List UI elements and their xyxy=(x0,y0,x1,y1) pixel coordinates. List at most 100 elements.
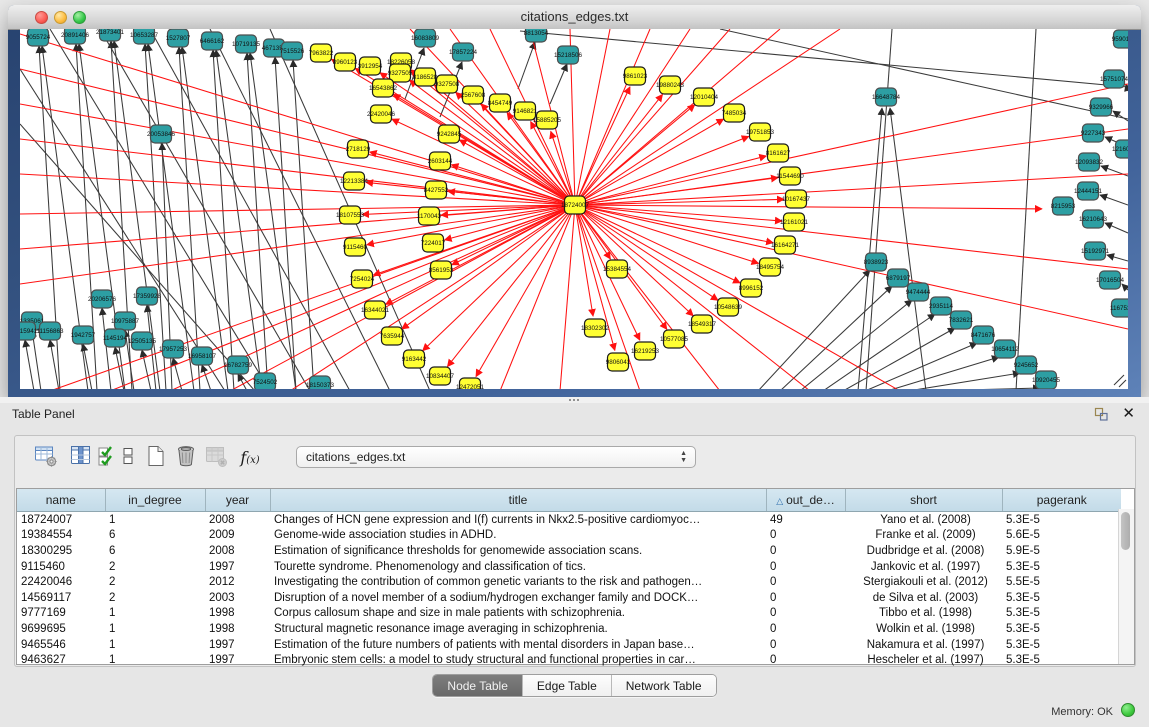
network-edge[interactable] xyxy=(373,205,575,275)
network-node[interactable]: 9327508 xyxy=(435,75,460,93)
network-edge[interactable] xyxy=(575,205,693,316)
table-options-button[interactable] xyxy=(33,444,59,470)
clear-selection-button[interactable] xyxy=(115,444,141,470)
network-node[interactable]: 8215953 xyxy=(1051,197,1076,215)
network-edge[interactable] xyxy=(928,388,1040,389)
network-edge[interactable] xyxy=(275,57,296,389)
network-edge[interactable] xyxy=(1105,223,1128,233)
network-node[interactable]: 8996152 xyxy=(739,279,764,297)
network-edge[interactable] xyxy=(560,205,575,389)
network-node[interactable]: 9806041 xyxy=(606,353,631,371)
network-node[interactable]: 16344021 xyxy=(361,301,390,319)
network-node[interactable]: 8427552 xyxy=(424,181,449,199)
column-header-short[interactable]: short xyxy=(845,489,1002,512)
table-selector-dropdown[interactable]: citations_edges.txt ▲▼ xyxy=(296,446,696,468)
tab-node-table[interactable]: Node Table xyxy=(433,675,522,696)
network-edge[interactable] xyxy=(102,308,111,389)
network-node[interactable]: 15885205 xyxy=(533,111,562,129)
network-node[interactable]: 15218506 xyxy=(554,46,583,64)
network-edge[interactable] xyxy=(575,29,650,205)
network-edge[interactable] xyxy=(182,47,228,389)
network-edge[interactable] xyxy=(202,365,211,389)
network-node[interactable]: 8471676 xyxy=(971,326,996,344)
network-node[interactable]: 10577085 xyxy=(660,330,689,348)
network-node[interactable]: 10548639 xyxy=(714,298,743,316)
network-node[interactable]: 12505135 xyxy=(128,332,157,350)
network-edge[interactable] xyxy=(518,42,535,89)
network-node[interactable]: 16782759 xyxy=(224,356,253,374)
network-node[interactable]: 7485034 xyxy=(722,104,747,122)
network-node[interactable]: 12010404 xyxy=(690,88,719,106)
table-row[interactable]: 1830029562008Estimation of significance … xyxy=(17,543,1121,559)
network-node[interactable]: 16210643 xyxy=(1079,210,1108,228)
network-node[interactable]: 16083809 xyxy=(411,29,440,47)
network-node[interactable]: 7254024 xyxy=(350,270,375,288)
network-edge[interactable] xyxy=(250,53,296,389)
column-header-in_degree[interactable]: in_degree xyxy=(105,489,205,512)
network-edge[interactable] xyxy=(858,108,882,389)
network-node[interactable]: 12093832 xyxy=(1075,153,1104,171)
network-node[interactable]: 9227343 xyxy=(1081,124,1106,142)
network-node[interactable]: 10653287 xyxy=(130,29,159,44)
network-edge[interactable] xyxy=(866,29,892,389)
network-node[interactable]: 11544690 xyxy=(776,167,804,185)
network-node[interactable]: 21873401 xyxy=(96,29,125,41)
network-node[interactable]: 9474444 xyxy=(906,283,931,301)
network-window-titlebar[interactable]: citations_edges.txt xyxy=(8,5,1141,30)
network-node[interactable]: 7635944 xyxy=(380,327,405,345)
network-node[interactable]: 18150373 xyxy=(306,376,335,389)
network-node[interactable]: 16219253 xyxy=(631,342,660,360)
network-node[interactable]: 10654112 xyxy=(991,340,1019,358)
network-node[interactable]: 19751853 xyxy=(746,123,775,141)
network-edge[interactable] xyxy=(575,205,1128,269)
network-edge[interactable] xyxy=(392,119,575,205)
network-edge[interactable] xyxy=(575,205,759,263)
network-node[interactable]: 16958107 xyxy=(188,347,217,365)
network-node[interactable]: 1527807 xyxy=(166,29,191,47)
network-node[interactable]: 8960123 xyxy=(333,53,358,71)
delete-entries-button[interactable] xyxy=(173,444,199,470)
scrollbar-thumb[interactable] xyxy=(1121,512,1130,550)
network-edge[interactable] xyxy=(758,270,870,389)
network-node[interactable]: 15192971 xyxy=(1081,242,1110,260)
network-node[interactable]: 7524502 xyxy=(253,373,278,389)
network-node[interactable]: 12213384 xyxy=(340,172,369,190)
network-node[interactable]: 18302302 xyxy=(581,319,610,337)
table-row[interactable]: 969969511998Structural magnetic resonanc… xyxy=(17,621,1121,637)
network-edge[interactable] xyxy=(500,205,575,389)
delete-table-button[interactable] xyxy=(203,444,229,470)
network-node[interactable]: 18107553 xyxy=(336,206,365,224)
network-node[interactable]: 6466162 xyxy=(200,32,225,50)
network-edge[interactable] xyxy=(1126,84,1128,91)
network-node[interactable]: 8161627 xyxy=(766,144,791,162)
network-edge[interactable] xyxy=(20,205,575,284)
network-edge[interactable] xyxy=(800,300,912,389)
network-edge[interactable] xyxy=(575,205,773,243)
network-edge[interactable] xyxy=(1100,195,1128,205)
close-panel-icon[interactable]: ✕ xyxy=(1122,404,1135,422)
network-node[interactable]: 10167437 xyxy=(782,190,811,208)
function-builder-button[interactable]: f(x) xyxy=(233,444,267,470)
network-edge[interactable] xyxy=(575,84,1128,205)
network-node[interactable]: 19880243 xyxy=(656,76,685,94)
vertical-scrollbar[interactable] xyxy=(1118,509,1134,664)
network-node[interactable]: 10834407 xyxy=(426,367,455,385)
table-row[interactable]: 946554611997Estimation of the future num… xyxy=(17,637,1121,653)
network-node[interactable]: 8938923 xyxy=(864,253,889,271)
network-node[interactable]: 16164271 xyxy=(771,236,800,254)
network-node[interactable]: 18549317 xyxy=(688,315,717,333)
network-node[interactable]: 8454749 xyxy=(488,94,513,112)
network-edge[interactable] xyxy=(575,205,782,221)
network-node[interactable]: 2603144 xyxy=(428,152,453,170)
network-node[interactable]: 16543862 xyxy=(369,79,398,97)
network-node[interactable]: 8813054 xyxy=(524,29,549,42)
network-node[interactable]: 12444151 xyxy=(1074,182,1103,200)
network-node[interactable]: 15384554 xyxy=(603,260,632,278)
network-node[interactable]: 9242845 xyxy=(437,125,462,143)
column-header-title[interactable]: title xyxy=(270,489,766,512)
network-edge[interactable] xyxy=(575,205,740,283)
network-node[interactable]: 9163442 xyxy=(402,350,427,368)
table-row[interactable]: 977716911998Corpus callosum shape and si… xyxy=(17,606,1121,622)
network-node[interactable]: 12472051 xyxy=(456,378,485,389)
network-node[interactable]: 17359928 xyxy=(133,287,162,305)
